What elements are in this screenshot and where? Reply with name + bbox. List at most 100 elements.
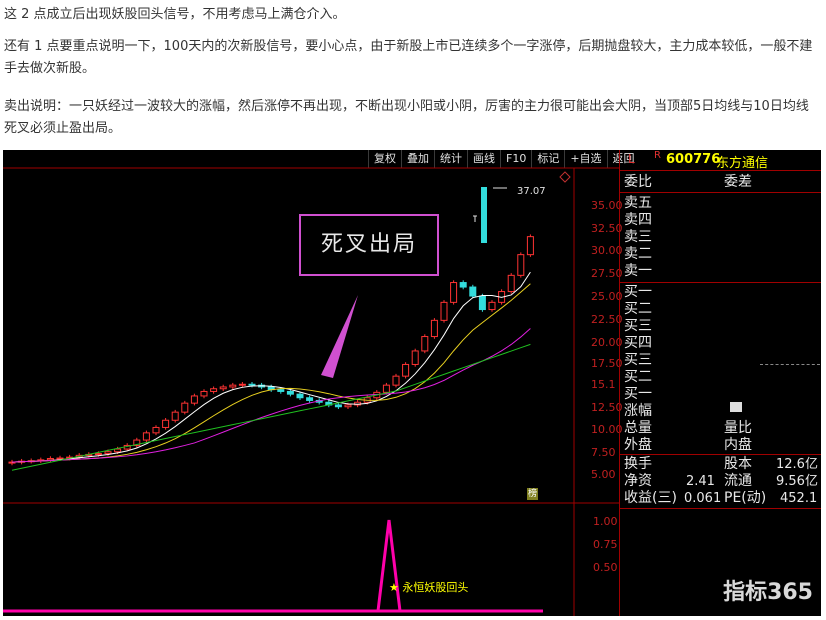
y-tick: 15.1 [591,378,616,391]
panel-letter-r: R [654,150,661,161]
candle [306,397,314,401]
lower-y-tick: 0.50 [593,561,618,574]
candle [334,404,342,408]
inner-volume-label: 内盘 [724,437,752,453]
candle [142,432,150,441]
candle [440,301,448,321]
candle [344,404,352,408]
candle [104,451,112,455]
peak-price-label: 37.07 [517,186,546,197]
candle [421,336,429,352]
y-tick: 27.50 [591,267,623,280]
pe-value: 452.1 [780,491,818,506]
y-tick: 7.50 [591,446,616,459]
diamond-icon [559,171,571,183]
candle [469,286,477,297]
candle [94,453,102,456]
sell-3-label: 卖三 [624,229,652,245]
candle [152,426,160,434]
candle [248,383,256,386]
y-tick: 12.50 [591,401,623,414]
sell-4-label: 卖四 [624,212,652,228]
buy-ghost-label: 买一 [624,386,652,402]
candle [478,295,486,311]
candle [507,274,515,293]
weicha-label: 委差 [724,174,752,190]
candle [517,254,525,276]
signal-label: ★ 永恒妖股回头 [389,581,469,594]
net-assets-label: 净资 [624,473,652,489]
stock-code: 600776 [666,152,721,167]
article-paragraph-1: 这 2 点成立后出现妖股回头信号，不用考虑马上满仓介入。 [4,7,346,22]
stock-name: 东方通信 [716,156,769,171]
candle [392,375,400,386]
ma20-line [11,328,531,463]
total-volume-label: 总量 [624,420,652,436]
pe-label: PE(动) [724,490,767,506]
partial-label: 涨幅 [624,403,652,419]
net-assets-value: 2.41 [686,474,715,489]
candle [181,402,189,413]
y-tick: 5.00 [591,468,616,481]
candle [219,386,227,390]
lower-y-tick: 1.00 [593,515,618,528]
callout-arrow [321,295,358,378]
earnings-value: 0.061 [684,491,722,506]
candle [56,457,64,460]
buy-1-label: 买一 [624,284,652,300]
signal-spike [376,519,402,612]
candle [229,384,237,388]
candle [286,390,294,395]
candle [238,383,246,386]
candle [114,448,122,453]
candle [200,390,208,397]
corner-tag: 榜 [527,488,539,500]
article-paragraph-3-line-1: 卖出说明：一只妖经过一波较大的涨幅，然后涨停不再出现，不断出现小阳或小阴，厉害的… [4,99,809,114]
candle [488,301,496,311]
death-cross-callout: 死叉出局 [299,214,439,276]
volume-ratio-label: 量比 [724,420,752,436]
candle [162,419,170,428]
buy-2-label: 买二 [624,301,652,317]
float-shares-value: 9.56亿 [776,474,818,489]
candle [46,458,54,461]
candle [190,395,198,404]
y-tick: 35.00 [591,199,623,212]
candle [296,393,304,399]
share-capital-value: 12.6亿 [776,457,818,472]
article-paragraph-2-line-1: 还有 1 点要重点说明一下，100天内的次新股信号，要小心点，由于新股上市已连续… [4,39,813,54]
lower-y-tick: 0.75 [593,538,618,551]
peak-candle [481,187,487,243]
float-shares-label: 流通 [724,473,752,489]
y-tick: 32.50 [591,222,623,235]
candle [411,350,419,365]
stock-chart-window: 复权 叠加 统计 画线 F10 标记 +自选 返回 37.07 死叉出局 ★ 永… [3,150,821,616]
candle [210,388,218,392]
buy-ghost-label: 买二 [624,369,652,385]
ma60-line [11,343,531,471]
y-tick: 17.50 [591,357,623,370]
sell-5-label: 卖五 [624,195,652,211]
candle [402,363,410,377]
candle [450,282,458,303]
buy-4-label: 买四 [624,335,652,351]
candle [526,236,534,256]
quote-side-panel: L R 600776 东方通信 委比 委差 卖五 卖四 卖三 卖二 卖一 买一 … [619,150,821,616]
buy-3-label: 买三 [624,318,652,334]
panel-letter-l: L [628,152,635,166]
y-tick: 30.00 [591,244,623,257]
candle [430,319,438,338]
outer-volume-label: 外盘 [624,437,652,453]
candle [277,389,285,392]
ma10-line [11,283,531,463]
y-tick: 10.00 [591,423,623,436]
candle [382,384,390,393]
article-paragraph-3-line-2: 死叉必须止盈出局。 [4,121,122,136]
candle [459,282,467,288]
buy-ghost-label: 买三 [624,352,652,368]
sell-1-label: 卖一 [624,263,652,279]
y-tick: 25.00 [591,290,623,303]
y-tick: 22.50 [591,313,623,326]
earnings-label: 收益(三) [624,490,677,506]
turnover-label: 换手 [624,456,652,472]
